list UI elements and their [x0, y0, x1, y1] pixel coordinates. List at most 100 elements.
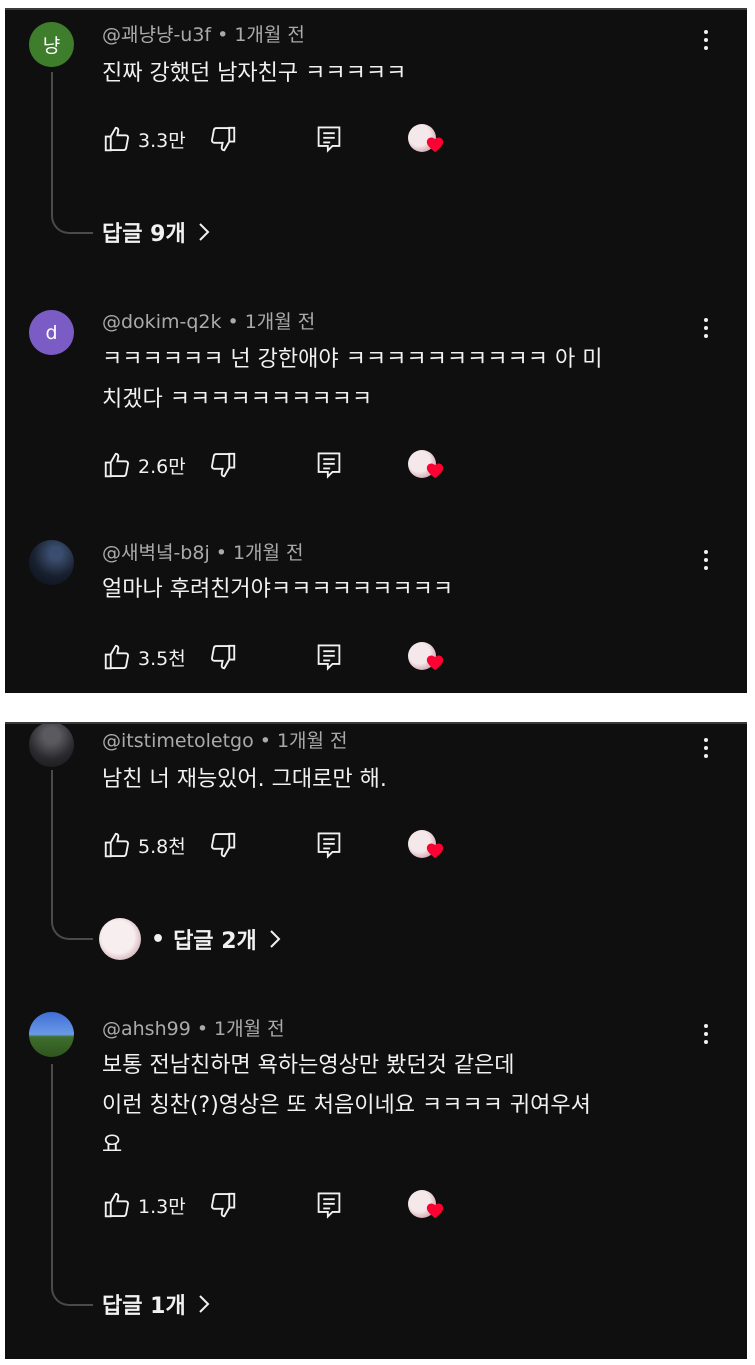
- thumbs-down-icon: [210, 452, 235, 478]
- timestamp[interactable]: 1개월 전: [233, 542, 304, 564]
- dislike-button[interactable]: [208, 642, 238, 672]
- separator: •: [217, 24, 229, 46]
- replies-label: 답글 9개: [102, 222, 186, 247]
- like-count: 5.8천: [138, 835, 186, 858]
- reply-button[interactable]: [315, 1190, 343, 1224]
- author-handle[interactable]: @새벽녘-b8j: [102, 542, 210, 564]
- creator-heart: [408, 640, 448, 674]
- thread-line: [51, 72, 93, 234]
- author-handle[interactable]: @dokim-q2k: [102, 311, 221, 333]
- separator: •: [259, 730, 271, 752]
- reply-button[interactable]: [315, 124, 343, 158]
- thumbs-down-icon: [210, 1192, 235, 1218]
- comment-meta: @새벽녘-b8j • 1개월 전: [102, 538, 304, 565]
- creator-heart: [408, 828, 448, 862]
- author-handle[interactable]: @ahsh99: [102, 1018, 191, 1040]
- thumbs-up-icon: [104, 452, 129, 478]
- timestamp[interactable]: 1개월 전: [245, 311, 316, 333]
- like-button[interactable]: 3.5천: [102, 642, 186, 672]
- reply-icon: [317, 644, 341, 671]
- comments-screenshot-2: @itstimetoletgo • 1개월 전 남친 너 재능있어. 그대로만 해.…: [5, 722, 747, 1359]
- author-handle[interactable]: @괘냥냥-u3f: [102, 24, 211, 46]
- thread-line: [51, 770, 93, 940]
- creator-heart: [408, 1188, 448, 1222]
- view-replies-button[interactable]: • 답글 2개: [99, 918, 281, 960]
- chevron-right-icon: [198, 223, 210, 241]
- chevron-right-icon: [270, 930, 281, 948]
- dislike-button[interactable]: [208, 830, 238, 860]
- creator-heart-icon: [426, 843, 444, 859]
- avatar[interactable]: [29, 540, 74, 585]
- comment-text: 보통 전남친하면 욕하는영상만 봤던것 같은데 이런 칭찬(?)영상은 또 처음…: [102, 1053, 591, 1158]
- creator-heart: [408, 122, 448, 156]
- dislike-button[interactable]: [208, 1190, 238, 1220]
- creator-heart: [408, 448, 448, 482]
- like-count: 2.6만: [138, 455, 186, 478]
- separator: •: [227, 311, 239, 333]
- reply-button[interactable]: [315, 642, 343, 676]
- avatar[interactable]: d: [29, 310, 74, 355]
- comment-text: 남친 너 재능있어. 그대로만 해.: [102, 767, 387, 792]
- thumbs-up-icon: [104, 1192, 129, 1218]
- author-handle[interactable]: @itstimetoletgo: [102, 730, 254, 752]
- kebab-menu-icon[interactable]: [703, 1024, 709, 1044]
- kebab-menu-icon[interactable]: [703, 738, 709, 758]
- avatar[interactable]: [29, 1012, 74, 1057]
- like-button[interactable]: 2.6만: [102, 450, 186, 480]
- like-button[interactable]: 5.8천: [102, 830, 186, 860]
- comment-text: 진짜 강했던 남자친구 ㅋㅋㅋㅋㅋ: [102, 61, 407, 86]
- thumbs-down-icon: [210, 832, 235, 858]
- avatar[interactable]: [29, 724, 74, 767]
- comment-meta: @괘냥냥-u3f • 1개월 전: [102, 20, 305, 47]
- thumbs-up-icon: [104, 832, 129, 858]
- dislike-button[interactable]: [208, 450, 238, 480]
- chevron-right-icon: [198, 1295, 210, 1313]
- replies-label: 답글 1개: [102, 1294, 186, 1319]
- comment-text: ㅋㅋㅋㅋㅋㅋ 넌 강한애야 ㅋㅋㅋㅋㅋㅋㅋㅋㅋㅋ 아 미 치겠다 ㅋㅋㅋㅋㅋㅋㅋ…: [102, 347, 603, 412]
- thumbs-up-icon: [104, 644, 129, 670]
- creator-heart-icon: [426, 655, 444, 671]
- creator-heart-icon: [426, 1203, 444, 1219]
- comments-screenshot-1: 냥 @괘냥냥-u3f • 1개월 전 진짜 강했던 남자친구 ㅋㅋㅋㅋㅋ 3.3만: [5, 8, 747, 693]
- view-replies-button[interactable]: 답글 9개: [102, 216, 210, 248]
- comment-meta: @ahsh99 • 1개월 전: [102, 1014, 285, 1041]
- like-count: 1.3만: [138, 1195, 186, 1218]
- avatar[interactable]: 냥: [29, 22, 74, 67]
- thumbs-down-icon: [210, 126, 235, 152]
- kebab-menu-icon[interactable]: [703, 550, 709, 570]
- comment-text: 얼마나 후려친거야ㅋㅋㅋㅋㅋㅋㅋㅋㅋ: [102, 577, 454, 602]
- thumbs-down-icon: [210, 644, 235, 670]
- like-count: 3.5천: [138, 647, 186, 670]
- timestamp[interactable]: 1개월 전: [277, 730, 348, 752]
- kebab-menu-icon[interactable]: [703, 30, 709, 50]
- creator-heart-icon: [426, 137, 444, 153]
- separator: •: [151, 926, 166, 952]
- timestamp[interactable]: 1개월 전: [214, 1018, 285, 1040]
- reply-icon: [317, 1192, 341, 1219]
- timestamp[interactable]: 1개월 전: [234, 24, 305, 46]
- creator-avatar: [99, 918, 141, 960]
- creator-heart-icon: [426, 463, 444, 479]
- comment-actions: 3.5천: [102, 640, 462, 674]
- thread-line: [51, 1064, 93, 1306]
- comment-meta: @itstimetoletgo • 1개월 전: [102, 726, 348, 753]
- reply-button[interactable]: [315, 450, 343, 484]
- replies-label: 답글 2개: [173, 929, 257, 954]
- reply-button[interactable]: [315, 830, 343, 864]
- reply-icon: [317, 126, 341, 153]
- like-count: 3.3만: [138, 129, 186, 152]
- dislike-button[interactable]: [208, 124, 238, 154]
- like-button[interactable]: 1.3만: [102, 1190, 186, 1220]
- comment-actions: 5.8천: [102, 828, 462, 862]
- comment-actions: 3.3만: [102, 122, 462, 156]
- separator: •: [196, 1018, 209, 1040]
- comment-actions: 1.3만: [102, 1188, 462, 1222]
- separator: •: [215, 542, 227, 564]
- kebab-menu-icon[interactable]: [703, 318, 709, 338]
- thumbs-up-icon: [104, 126, 129, 152]
- like-button[interactable]: 3.3만: [102, 124, 186, 154]
- comment-actions: 2.6만: [102, 448, 462, 482]
- comment-meta: @dokim-q2k • 1개월 전: [102, 307, 315, 334]
- reply-icon: [317, 452, 341, 479]
- view-replies-button[interactable]: 답글 1개: [102, 1288, 210, 1320]
